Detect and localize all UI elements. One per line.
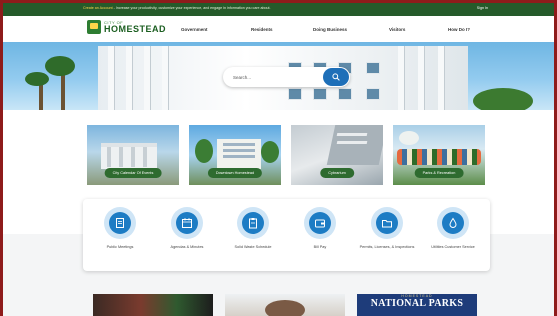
service-agendas-minutes[interactable]: Agendas & Minutes — [157, 207, 217, 250]
announcement-text: Create an Account - Increase your produc… — [83, 6, 271, 10]
featured-national-parks[interactable]: HOMESTEAD NATIONAL PARKS — [357, 294, 477, 316]
service-public-meetings[interactable]: Public Meetings — [90, 207, 150, 250]
nav-government[interactable]: Government — [181, 27, 208, 32]
search-bar — [223, 67, 350, 87]
card-parks-label: Parks & Recreation — [414, 168, 464, 178]
clipboard-icon — [249, 218, 257, 229]
city-seal-icon — [87, 20, 101, 34]
card-downtown[interactable]: Downtown Homestead — [189, 125, 281, 185]
np-title: NATIONAL PARKS — [370, 298, 464, 309]
service-label: Utilities Customer Service — [431, 245, 475, 249]
folder-icon — [382, 220, 392, 228]
service-bill-pay[interactable]: Bill Pay — [290, 207, 350, 250]
service-label: Solid Waste Schedule — [234, 245, 272, 249]
calendar-icon — [182, 218, 192, 228]
card-cybrarium-label: Cybrarium — [320, 168, 354, 178]
card-cybrarium[interactable]: Cybrarium — [291, 125, 383, 185]
service-label: Public Meetings — [106, 245, 134, 249]
nav-residents[interactable]: Residents — [251, 27, 273, 32]
page-frame: Create an Account - Increase your produc… — [0, 0, 557, 316]
service-utilities[interactable]: Utilities Customer Service — [423, 207, 483, 250]
logo-big-text: HOMESTEAD — [104, 23, 167, 34]
search-icon — [332, 73, 340, 81]
service-label: Permits, Licenses, & Inspections — [359, 245, 415, 249]
card-calendar-label: City Calendar Of Events — [104, 168, 162, 178]
featured-tile-2[interactable] — [225, 294, 345, 316]
site-header: CITY OF HOMESTEAD Government Residents D… — [3, 16, 554, 42]
logo-text: CITY OF HOMESTEAD — [104, 20, 167, 34]
nav-visitors[interactable]: Visitors — [389, 27, 405, 32]
hero-banner — [3, 42, 554, 110]
nav-how-do-i[interactable]: How Do I? — [448, 27, 470, 32]
announcement-message: - Increase your productivity, customize … — [112, 6, 271, 10]
service-label: Bill Pay — [313, 245, 327, 249]
nav-doing-business[interactable]: Doing Business — [313, 27, 347, 32]
water-drop-icon — [449, 217, 457, 228]
card-downtown-label: Downtown Homestead — [207, 168, 263, 178]
featured-tile-1[interactable] — [93, 294, 213, 316]
card-parks[interactable]: Parks & Recreation — [393, 125, 485, 185]
create-account-link[interactable]: Create an Account — [83, 6, 113, 10]
document-icon — [116, 218, 124, 228]
service-label: Agendas & Minutes — [170, 245, 204, 249]
card-calendar[interactable]: City Calendar Of Events — [87, 125, 179, 185]
sign-in-link[interactable]: Sign In — [477, 6, 488, 10]
main-content: City Calendar Of Events Downtown Homeste… — [3, 110, 554, 316]
service-solid-waste[interactable]: Solid Waste Schedule — [223, 207, 283, 250]
service-permits[interactable]: Permits, Licenses, & Inspections — [357, 207, 417, 250]
city-logo[interactable]: CITY OF HOMESTEAD — [87, 20, 166, 34]
search-button[interactable] — [323, 68, 349, 86]
announcement-bar: Create an Account - Increase your produc… — [3, 0, 554, 16]
services-panel: Public Meetings Agendas & Minutes Solid … — [83, 199, 490, 271]
wallet-icon — [315, 219, 325, 228]
search-input[interactable] — [233, 72, 318, 82]
